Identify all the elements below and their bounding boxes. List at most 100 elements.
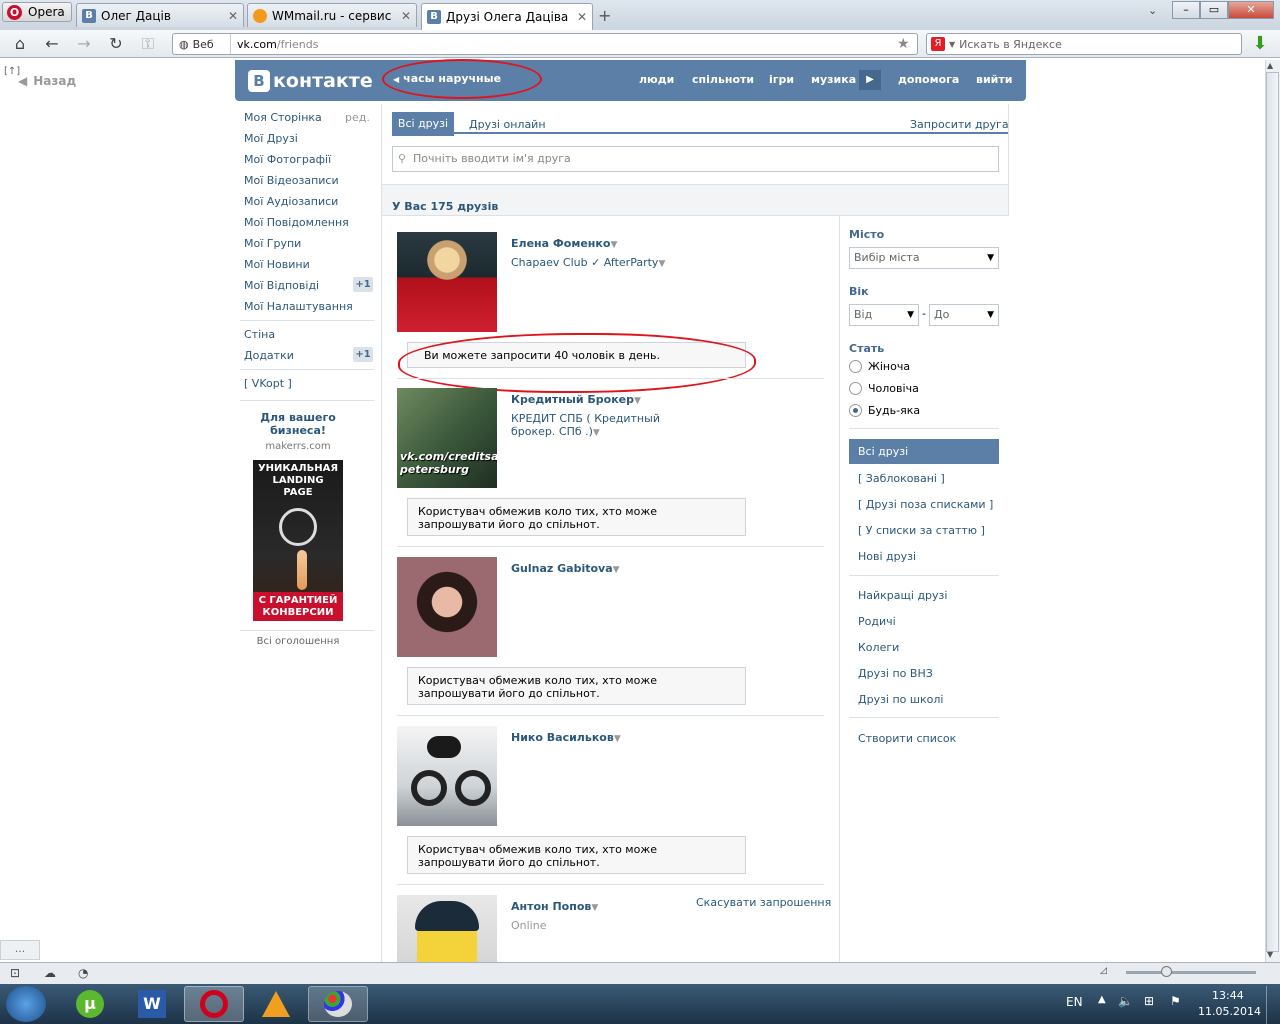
tab-close-icon[interactable]: ✕ [577,10,587,24]
list-university[interactable]: Друзі по ВНЗ [849,667,999,680]
address-field[interactable]: ◍ Веб vk.com/friends ★ [172,33,918,55]
radio-button-selected[interactable] [849,404,862,417]
nav-help[interactable]: допомога [898,73,959,86]
scrollbar-thumb[interactable] [1266,72,1279,952]
menu-apps[interactable]: Додатки [244,349,294,362]
view-icon[interactable]: ◿ [1100,966,1107,976]
web-badge[interactable]: ◍ Веб [173,34,231,54]
list-school[interactable]: Друзі по школі [849,693,999,706]
friend-avatar[interactable] [397,726,497,826]
yandex-search-field[interactable]: Я ▼ Искать в Яндексе [926,33,1242,55]
friend-name[interactable]: Нико Васильков▼ [511,731,621,744]
download-arrow-icon[interactable]: ⬇ [1250,33,1270,55]
menu-my-groups[interactable]: Мої Групи [244,237,301,250]
friend-subtitle[interactable]: Chapaev Club ✓ AfterParty▼ [511,256,665,269]
minimize-button[interactable]: – [1172,1,1200,19]
invite-friend-link[interactable]: Запросити друга [910,118,1009,131]
opera-menu-button[interactable]: O Opera [2,2,72,22]
friend-name[interactable]: Антон Попов▼ [511,900,598,913]
nav-logout[interactable]: вийти [976,73,1012,86]
scroll-down-arrow-icon[interactable]: ▼ [1267,950,1273,959]
list-unlisted[interactable]: [ Друзі поза списками ] [849,498,999,511]
list-all-friends[interactable]: Всі друзі [849,439,999,464]
flag-icon[interactable]: ⚑ [1170,994,1181,1008]
menu-my-page[interactable]: Моя Сторінка [244,111,322,124]
age-from-select[interactable]: Від ▼ [849,304,919,326]
sex-radio-male[interactable]: Чоловіча [849,382,919,395]
browser-tab-active[interactable]: В Друзі Олега Даціва | 1... ✕ [421,3,593,30]
radio-button[interactable] [849,360,862,373]
home-icon[interactable]: ⌂ [10,34,30,54]
opera-taskbar-button[interactable] [184,986,244,1022]
nav-music[interactable]: музика [811,73,856,86]
list-best-friends[interactable]: Найкращі друзі [849,589,999,602]
nav-games[interactable]: ігри [769,73,794,86]
age-to-select[interactable]: До ▼ [929,304,999,326]
menu-my-messages[interactable]: Мої Повідомлення [244,216,349,229]
ad-title[interactable]: Для вашего бизнеса! [248,411,348,437]
zoom-slider[interactable] [1126,971,1256,974]
list-colleagues[interactable]: Колеги [849,641,999,654]
list-relatives[interactable]: Родичі [849,615,999,628]
friend-name[interactable]: Gulnaz Gabitova▼ [511,562,620,575]
show-desktop-button[interactable] [1266,986,1280,1024]
panel-dots-button[interactable]: ... [0,940,40,960]
bookmark-star-icon[interactable]: ★ [897,36,917,52]
close-window-button[interactable]: ✕ [1228,1,1274,19]
radio-button[interactable] [849,382,862,395]
menu-my-friends[interactable]: Мої Друзі [244,132,298,145]
all-ads-link[interactable]: Всі оголошення [248,636,348,647]
music-play-icon[interactable]: ▶ [859,70,881,90]
nav-people[interactable]: люди [639,73,674,86]
create-list-link[interactable]: Створити список [849,732,999,745]
clock-date[interactable]: 11.05.2014 [1198,1005,1261,1018]
reload-icon[interactable]: ↻ [106,34,126,54]
volume-icon[interactable]: 🔈 [1118,994,1133,1008]
tab-list-chevron-icon[interactable]: ⌄ [1148,4,1157,17]
sex-radio-female[interactable]: Жіноча [849,360,910,373]
key-icon[interactable]: ⚿ [138,34,158,54]
list-new-friends[interactable]: Нові друзі [849,550,999,563]
zoom-slider-handle[interactable] [1161,966,1172,977]
search-engine-dropdown-icon[interactable]: ▼ [949,40,955,49]
browser-tab[interactable]: WMmail.ru - сервис п... ✕ [247,3,417,27]
speed-dial-icon[interactable]: ◔ [78,966,88,980]
sex-radio-any[interactable]: Будь-яка [849,404,920,417]
word-taskbar-button[interactable]: W [122,986,182,1022]
utorrent-taskbar-button[interactable]: µ [60,986,120,1022]
friend-search-input[interactable]: ⚲ Почніть вводити ім'я друга [392,146,999,172]
network-icon[interactable]: ⊞ [1144,994,1154,1008]
friend-avatar[interactable]: vk.com/creditsaint petersburg [397,388,497,488]
menu-my-videos[interactable]: Мої Відеозаписи [244,174,339,187]
tab-friends-online[interactable]: Друзі онлайн [469,118,546,131]
tray-arrow-icon[interactable]: ▲ [1098,994,1106,1005]
scroll-up-arrow-icon[interactable]: ▲ [1267,61,1273,70]
friend-name[interactable]: Кредитный Брокер▼ [511,393,641,406]
menu-my-photos[interactable]: Мої Фотографії [244,153,331,166]
language-indicator[interactable]: EN [1066,995,1083,1009]
friend-avatar[interactable] [397,232,497,332]
start-button-windows-icon[interactable] [6,986,46,1022]
back-arrow-icon[interactable]: ← [42,34,62,54]
nav-communities[interactable]: спільноти [692,73,754,86]
vk-logo[interactable]: В контакте [248,68,373,94]
maximize-button[interactable]: ▭ [1200,1,1228,19]
tab-all-friends[interactable]: Всі друзі [392,112,454,136]
cancel-invite-link[interactable]: Скасувати запрошення [696,896,831,909]
city-select[interactable]: Вибір міста ▼ [849,247,999,269]
panel-toggle-icon[interactable]: ⊡ [10,966,20,980]
friend-avatar[interactable] [397,557,497,657]
tab-close-icon[interactable]: ✕ [228,9,238,23]
clock-time[interactable]: 13:44 [1212,989,1244,1002]
menu-vkopt[interactable]: [ VKopt ] [244,377,292,390]
menu-my-answers[interactable]: Мої Відповіді [244,279,319,292]
new-tab-plus-icon[interactable]: + [598,6,611,25]
panel-back-button[interactable]: ◀ Назад [18,74,76,88]
aimp-taskbar-button[interactable] [246,986,306,1022]
menu-my-settings[interactable]: Мої Налаштування [244,300,353,313]
forward-arrow-icon[interactable]: → [74,34,94,54]
paint-taskbar-button[interactable] [308,986,368,1022]
cloud-icon[interactable]: ☁ [44,966,56,980]
menu-wall[interactable]: Стіна [244,328,275,341]
tab-close-icon[interactable]: ✕ [401,9,411,23]
